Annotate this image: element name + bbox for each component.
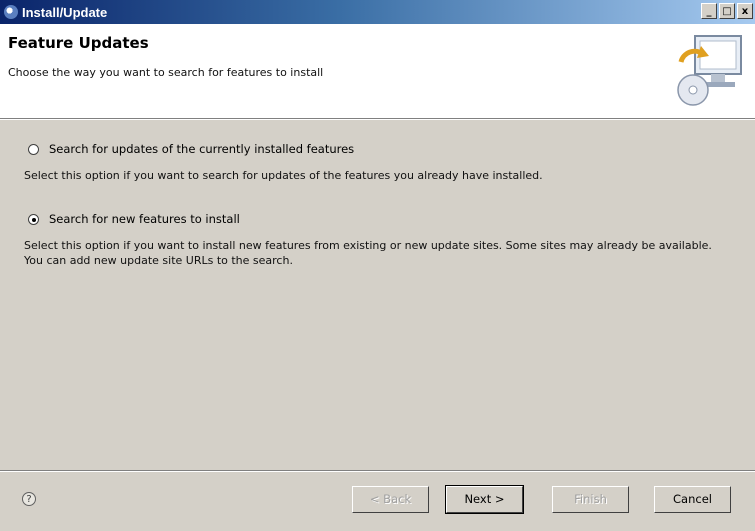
cancel-button[interactable]: Cancel <box>654 486 731 513</box>
option-update-installed[interactable]: Search for updates of the currently inst… <box>28 142 354 156</box>
option-description: Select this option if you want to instal… <box>24 239 712 267</box>
eclipse-icon <box>4 5 18 19</box>
option-label: Search for updates of the currently inst… <box>49 142 355 156</box>
close-button[interactable]: x <box>737 3 753 19</box>
option-new-features[interactable]: Search for new features to install <box>28 212 240 226</box>
radio-new-features[interactable] <box>28 213 39 225</box>
radio-update-installed[interactable] <box>28 143 39 155</box>
finish-button[interactable]: Finish <box>552 486 629 513</box>
back-button[interactable]: < Back <box>352 486 429 513</box>
window-title: Install/Update <box>22 4 108 20</box>
help-icon[interactable]: ? <box>22 492 36 506</box>
window-controls: _ □ x <box>701 3 753 19</box>
page-description: Choose the way you want to search for fe… <box>8 66 324 79</box>
wizard-header: Feature Updates Choose the way you want … <box>0 24 755 119</box>
footer-separator-highlight <box>0 471 755 472</box>
page-title: Feature Updates <box>8 34 149 52</box>
option-label: Search for new features to install <box>49 212 240 226</box>
maximize-button[interactable]: □ <box>719 3 735 19</box>
install-wizard-icon <box>677 35 742 106</box>
option-description: Select this option if you want to search… <box>24 169 543 182</box>
install-update-window: Install/Update _ □ x Feature Updates Cho… <box>0 0 755 531</box>
title-bar[interactable]: Install/Update _ □ x <box>0 0 755 24</box>
header-separator <box>0 119 755 120</box>
next-button[interactable]: Next > <box>445 485 524 514</box>
minimize-button[interactable]: _ <box>701 3 717 19</box>
